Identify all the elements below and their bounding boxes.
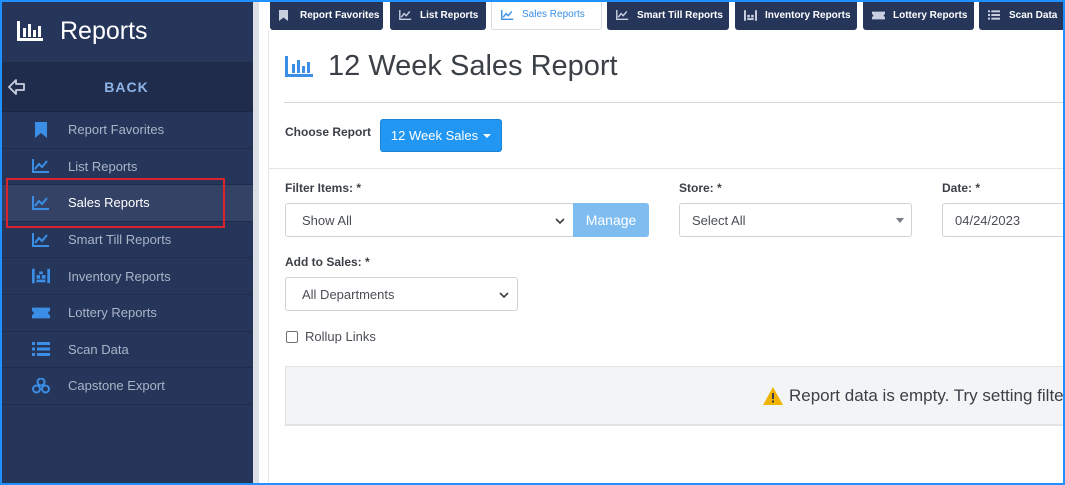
add-to-sales-label: Add to Sales: *: [285, 255, 370, 269]
filter-items-label: Filter Items: *: [285, 181, 362, 195]
bookmark-icon: [279, 9, 292, 21]
date-input[interactable]: 04/24/2023: [942, 203, 1065, 237]
tab-scan-data[interactable]: Scan Data: [979, 0, 1065, 30]
ticket-icon: [872, 10, 885, 21]
empty-report-text: Report data is empty. Try setting filte: [789, 386, 1064, 405]
add-to-sales-value: All Departments: [302, 286, 395, 302]
sidebar-item-sales-reports[interactable]: Sales Reports: [0, 185, 253, 222]
line-chart-icon: [32, 232, 50, 248]
caret-down-icon: [483, 133, 492, 138]
chevron-down-icon: [499, 292, 509, 299]
line-chart-icon: [616, 10, 629, 21]
bar-chart-icon: [285, 55, 313, 77]
divider: [284, 425, 1065, 426]
warehouse-icon: [32, 268, 50, 284]
sidebar-item-label: List Reports: [68, 158, 138, 174]
rollup-links-label[interactable]: Rollup Links: [305, 329, 376, 344]
sidebar-item-label: Capstone Export: [68, 378, 165, 394]
date-label: Date: *: [942, 181, 981, 195]
sidebar-item-capstone-export[interactable]: Capstone Export: [0, 368, 253, 405]
tab-sales-reports[interactable]: Sales Reports: [491, 0, 602, 30]
choose-report-label: Choose Report: [285, 125, 372, 139]
store-select[interactable]: Select All: [679, 203, 912, 237]
warehouse-icon: [744, 9, 757, 21]
manage-button[interactable]: Manage: [573, 203, 649, 237]
line-chart-icon: [501, 9, 514, 20]
bookmark-icon: [32, 121, 50, 138]
store-label: Store: *: [679, 181, 722, 195]
sidebar-item-label: Inventory Reports: [68, 268, 171, 284]
bar-chart-icon: [17, 21, 43, 41]
sidebar-item-list-reports[interactable]: List Reports: [0, 149, 253, 186]
empty-report-message: Report data is empty. Try setting filte: [763, 386, 1064, 406]
divider: [284, 102, 1065, 103]
sidebar-item-label: Lottery Reports: [68, 305, 157, 321]
cubes-icon: [32, 377, 50, 394]
tab-list-reports[interactable]: List Reports: [390, 0, 486, 30]
sidebar-item-label: Report Favorites: [68, 122, 165, 138]
sidebar-title: Reports: [60, 16, 148, 45]
sidebar-item-label: Sales Reports: [68, 195, 150, 211]
tab-lottery-reports[interactable]: Lottery Reports: [863, 0, 974, 30]
sidebar-gutter: [253, 0, 259, 485]
tab-bar: Report Favorites List Reports Sales Repo…: [259, 0, 1065, 30]
tab-label: Sales Reports: [522, 9, 585, 20]
tab-smart-till-reports[interactable]: Smart Till Reports: [607, 0, 729, 30]
list-icon: [32, 341, 50, 357]
back-label: BACK: [104, 79, 149, 95]
rollup-links-checkbox[interactable]: [286, 331, 298, 343]
page-title: 12 Week Sales Report: [284, 50, 618, 83]
caret-down-icon: [896, 218, 904, 223]
add-to-sales-select[interactable]: All Departments: [285, 277, 518, 311]
back-button[interactable]: BACK: [0, 63, 253, 112]
tab-inventory-reports[interactable]: Inventory Reports: [735, 0, 857, 30]
empty-report-alert: Report data is empty. Try setting filte: [285, 366, 1065, 425]
line-chart-icon: [32, 195, 50, 211]
line-chart-icon: [399, 10, 412, 21]
sidebar-item-lottery-reports[interactable]: Lottery Reports: [0, 295, 253, 332]
sidebar-item-label: Scan Data: [68, 341, 129, 357]
tab-label: Smart Till Reports: [637, 9, 723, 21]
filter-items-value: Show All: [302, 212, 352, 228]
sidebar-header: Reports: [0, 0, 253, 63]
list-icon: [988, 10, 1001, 21]
choose-report-value: 12 Week Sales: [390, 128, 479, 143]
tab-label: Lottery Reports: [893, 9, 968, 21]
choose-report-dropdown[interactable]: 12 Week Sales: [380, 119, 502, 152]
tab-label: List Reports: [420, 9, 479, 21]
sidebar-item-smart-till-reports[interactable]: Smart Till Reports: [0, 222, 253, 259]
tab-report-favorites[interactable]: Report Favorites: [270, 0, 383, 30]
tab-label: Scan Data: [1009, 9, 1058, 21]
sidebar-item-scan-data[interactable]: Scan Data: [0, 332, 253, 369]
store-value: Select All: [692, 212, 746, 228]
tab-label: Inventory Reports: [765, 9, 851, 21]
sidebar-item-report-favorites[interactable]: Report Favorites: [0, 112, 253, 149]
chevron-down-icon: [555, 218, 565, 225]
divider: [269, 168, 1065, 169]
arrow-left-icon: [8, 79, 25, 95]
line-chart-icon: [32, 158, 50, 174]
filter-items-select[interactable]: Show All: [285, 203, 574, 237]
tab-label: Report Favorites: [300, 9, 380, 21]
sidebar-item-label: Smart Till Reports: [68, 232, 172, 248]
ticket-icon: [32, 305, 50, 321]
sidebar: Reports BACK Report Favorites List Repor…: [0, 0, 253, 485]
warning-icon: [763, 387, 783, 405]
main-content: 12 Week Sales Report Choose Report 12 We…: [268, 30, 1065, 485]
date-value: 04/24/2023: [955, 212, 1021, 228]
sidebar-item-inventory-reports[interactable]: Inventory Reports: [0, 258, 253, 295]
page-title-text: 12 Week Sales Report: [328, 50, 618, 82]
